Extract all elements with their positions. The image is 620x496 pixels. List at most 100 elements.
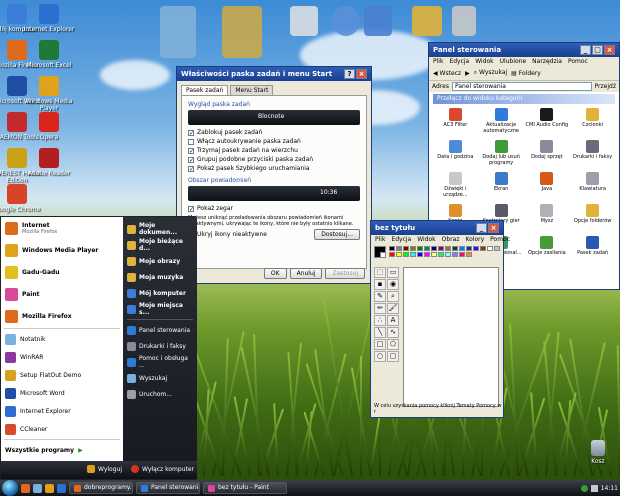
brush-icon[interactable]: 🖌 — [387, 303, 399, 314]
recent-program[interactable]: Setup FlatOut Demo — [1, 366, 123, 384]
hide-inactive-option[interactable]: ✓Ukryj ikony nieaktywne — [188, 230, 267, 239]
palette-color[interactable] — [465, 246, 472, 251]
palette-color[interactable] — [409, 246, 416, 251]
recent-program[interactable]: Microsoft Word — [1, 384, 123, 402]
cp-item[interactable]: Opcje zasilania — [525, 236, 570, 266]
magnifier-icon[interactable]: ⌕ — [387, 291, 399, 302]
recent-program[interactable]: CCleaner — [1, 420, 123, 438]
recent-program[interactable]: Notatnik — [1, 330, 123, 348]
shutdown-button[interactable]: Wyłącz komputer — [131, 465, 194, 473]
close-button[interactable]: × — [604, 45, 615, 55]
cp-item[interactable]: Dodaj lub usuń programy — [479, 140, 524, 170]
place-item[interactable]: Pomoc i obsługa ... — [123, 354, 197, 370]
palette-color[interactable] — [437, 252, 444, 257]
close-button[interactable]: × — [488, 223, 499, 233]
palette-color[interactable] — [402, 246, 409, 251]
cp-item[interactable]: Drukarki i faksy — [570, 140, 615, 170]
menu-item[interactable]: Kolory — [465, 236, 484, 243]
cp-item[interactable]: CMI Audio Config — [525, 108, 570, 138]
rounded-rect-icon[interactable]: ▢ — [387, 351, 399, 362]
search-button[interactable]: ⌕ Wyszukaj — [474, 69, 507, 77]
fill-icon[interactable]: ◉ — [387, 279, 399, 290]
cp-item[interactable]: Aktualizacje automatyczne — [479, 108, 524, 138]
cp-item[interactable]: Pasek zadań — [570, 236, 615, 266]
desktop-shortcut[interactable]: Windows Media Player — [22, 76, 76, 112]
palette-color[interactable] — [458, 246, 465, 251]
logoff-button[interactable]: Wyloguj — [87, 465, 122, 473]
drive-icon[interactable] — [290, 6, 318, 36]
palette-color[interactable] — [458, 252, 465, 257]
place-item[interactable]: Drukarki i faksy — [123, 338, 197, 354]
place-item[interactable]: Moje dokumen... — [123, 221, 197, 237]
tab-taskbar[interactable]: Pasek zadań — [181, 85, 229, 95]
menu-item[interactable]: Pomoc — [490, 236, 510, 243]
palette-color[interactable] — [437, 246, 444, 251]
desktop-shortcut[interactable]: Internet Explorer — [22, 4, 76, 33]
checkbox[interactable]: ✓ — [188, 129, 194, 136]
text-icon[interactable]: A — [387, 315, 399, 326]
folder-icon[interactable] — [160, 6, 196, 58]
current-colors[interactable] — [374, 245, 386, 258]
palette-color[interactable] — [430, 252, 437, 257]
taskbar-button[interactable]: Panel sterowania — [136, 482, 200, 494]
desktop-shortcut[interactable]: Microsoft Excel — [22, 40, 76, 69]
minimize-button[interactable]: _ — [476, 223, 487, 233]
place-item[interactable]: Wyszukaj — [123, 370, 197, 386]
airbrush-icon[interactable]: ∴ — [374, 315, 386, 326]
network-icon[interactable] — [580, 484, 588, 492]
volume-icon[interactable] — [590, 484, 598, 492]
recent-program[interactable]: WinRAR — [1, 348, 123, 366]
palette-color[interactable] — [395, 252, 402, 257]
minimize-button[interactable]: _ — [580, 45, 591, 55]
palette-color[interactable] — [451, 252, 458, 257]
menu-item[interactable]: Pomoc — [568, 58, 588, 65]
palette-color[interactable] — [479, 246, 486, 251]
palette-color[interactable] — [416, 246, 423, 251]
cp-item[interactable]: Mysz — [525, 204, 570, 234]
place-item[interactable]: Mój komputer — [123, 285, 197, 301]
taskbar-option[interactable]: ✓ Grupuj podobne przyciski paska zadań — [188, 155, 360, 164]
taskbar-button[interactable]: bez tytułu - Paint — [203, 482, 287, 494]
checkbox[interactable]: ✓ — [188, 165, 194, 172]
show-desktop-icon[interactable] — [33, 483, 42, 493]
gear-icon[interactable] — [452, 6, 476, 36]
close-button[interactable]: × — [356, 69, 367, 79]
palette-color[interactable] — [430, 246, 437, 251]
palette-color[interactable] — [423, 246, 430, 251]
taskbar-option[interactable]: ✓ Zablokuj pasek zadań — [188, 128, 360, 137]
start-button[interactable] — [2, 480, 18, 496]
palette-color[interactable] — [444, 246, 451, 251]
menu-item[interactable]: Widok — [417, 236, 435, 243]
color-picker-icon[interactable]: ✎ — [374, 291, 386, 302]
pinned-program[interactable]: Windows Media Player — [1, 239, 123, 261]
menu-item[interactable]: Widok — [475, 58, 493, 65]
palette-color[interactable] — [416, 252, 423, 257]
cp-item[interactable]: Czcionki — [570, 108, 615, 138]
cp-item[interactable]: Java — [525, 172, 570, 202]
forward-button[interactable]: ▶ — [465, 70, 470, 77]
ie-icon[interactable] — [57, 483, 66, 493]
taskbar-button[interactable]: dobreprogramy.pl - ... — [69, 482, 133, 494]
curve-icon[interactable]: ∿ — [387, 327, 399, 338]
place-item[interactable]: Uruchom... — [123, 386, 197, 402]
address-input[interactable]: Panel sterowania — [451, 82, 592, 91]
pinned-program[interactable]: Paint — [1, 283, 123, 305]
cp-item[interactable]: Data i godzina — [433, 140, 478, 170]
switch-view-link[interactable]: Przełącz do widoku kategorii — [433, 94, 615, 104]
palette-color[interactable] — [388, 252, 395, 257]
dialog-titlebar[interactable]: Właściwości paska zadań i menu Start ? × — [177, 67, 371, 81]
desktop-shortcut[interactable]: Adobe Reader — [22, 148, 76, 177]
cp-item[interactable]: Ekran — [479, 172, 524, 202]
menu-item[interactable]: Edycja — [391, 236, 411, 243]
cp-item[interactable]: Dźwięki i urządze... — [433, 172, 478, 202]
cp-item[interactable]: Opcje folderów — [570, 204, 615, 234]
all-programs-button[interactable]: Wszystkie programy ▶ — [1, 441, 123, 459]
cancel-button[interactable]: Anuluj — [289, 268, 323, 279]
ok-button[interactable]: OK — [263, 268, 287, 279]
back-button[interactable]: ◀ Wstecz — [433, 70, 461, 77]
folders-button[interactable]: ▤ Foldery — [511, 70, 541, 77]
palette-color[interactable] — [451, 246, 458, 251]
folder-open-icon[interactable] — [222, 6, 262, 58]
palette-color[interactable] — [465, 252, 472, 257]
taskbar-option[interactable]: ✓ Pokaż pasek Szybkiego uruchamiania — [188, 164, 360, 173]
